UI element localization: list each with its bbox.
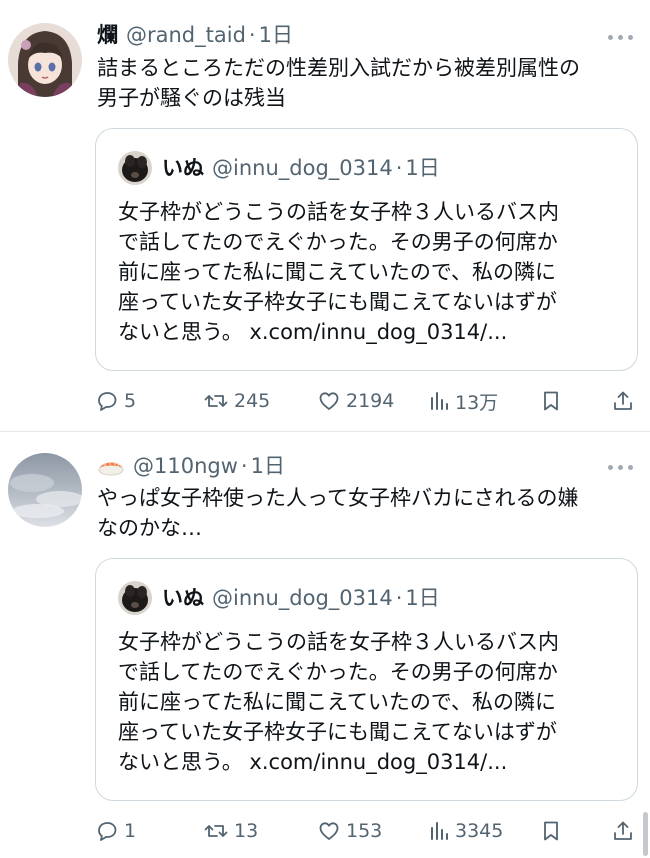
quote-avatar <box>118 581 152 615</box>
dog-avatar-icon <box>118 581 152 615</box>
sushi-icon <box>98 461 124 476</box>
tweet-text: やっぱ女子枠使った人って女子枠バカにされるの嫌 なのかな… <box>97 483 637 543</box>
quote-timestamp: 1日 <box>405 156 440 180</box>
reply-icon <box>98 392 117 411</box>
retweet-icon <box>204 395 228 407</box>
quote-text-line: 女子枠がどうこうの話を女子枠３人いるバス内 <box>118 630 559 654</box>
separator-dot: · <box>395 156 403 180</box>
quote-text-line: 座っていた女子枠女子にも聞こえてないはずが <box>118 720 557 744</box>
tweet[interactable]: @110ngw · 1日 やっぱ女子枠使った人って女子枠バカにされるの嫌 なのか… <box>0 433 650 858</box>
quote-display-name: いぬ <box>162 156 204 180</box>
bookmark-button[interactable] <box>539 816 563 846</box>
quote-text-line: 女子枠がどうこうの話を女子枠３人いるバス内 <box>118 200 559 224</box>
heart-icon <box>319 822 339 840</box>
like-count: 153 <box>346 820 383 842</box>
retweet-button[interactable]: 245 <box>203 386 270 416</box>
display-name[interactable] <box>97 455 125 477</box>
separator-dot: · <box>395 586 403 610</box>
bookmark-icon <box>544 821 558 841</box>
separator-dot: · <box>240 454 248 478</box>
quote-text: 女子枠がどうこうの話を女子枠３人いるバス内 で話してたのでえぐかった。その男子の… <box>118 197 628 347</box>
tweet-text-line: 男子が騒ぐのは残当 <box>97 86 286 110</box>
tweet-text-line: なのかな… <box>97 516 202 540</box>
share-icon <box>614 821 632 840</box>
quote-header: いぬ @innu_dog_0314 · 1日 <box>118 581 440 615</box>
timestamp[interactable]: 1日 <box>251 453 285 479</box>
quote-text-line: ないと思う。 x.com/innu_dog_0314/... <box>118 320 508 344</box>
avatar[interactable] <box>8 453 82 527</box>
views-button[interactable]: 13万 <box>428 386 498 416</box>
quote-timestamp: 1日 <box>405 586 440 610</box>
tweet-text-line: やっぱ女子枠使った人って女子枠バカにされるの嫌 <box>97 486 579 510</box>
reply-button[interactable]: 5 <box>95 386 136 416</box>
separator-dot: · <box>248 23 256 47</box>
retweet-button[interactable]: 13 <box>203 816 258 846</box>
retweet-count: 13 <box>234 820 259 842</box>
view-count: 13万 <box>455 391 499 414</box>
reply-icon <box>98 822 117 841</box>
sky-avatar-icon <box>8 453 82 527</box>
tweet-header: @110ngw · 1日 <box>97 453 285 479</box>
timestamp[interactable]: 1日 <box>259 22 293 48</box>
share-icon <box>614 391 632 410</box>
tweet-header: 爛 @rand_taid · 1日 <box>97 22 293 48</box>
like-button[interactable]: 2194 <box>317 386 394 416</box>
quote-text-line: で話してたのでえぐかった。その男子の何席か <box>118 660 558 684</box>
quote-handle: @innu_dog_0314 <box>212 156 393 180</box>
quote-handle: @innu_dog_0314 <box>212 586 393 610</box>
handle[interactable]: @rand_taid <box>126 22 246 48</box>
scrollbar[interactable] <box>643 812 648 856</box>
quote-display-name: いぬ <box>162 586 204 610</box>
quote-text-line: で話してたのでえぐかった。その男子の何席か <box>118 230 558 254</box>
more-options-icon[interactable] <box>606 31 634 43</box>
share-button[interactable] <box>611 386 635 416</box>
views-button[interactable]: 3345 <box>428 816 503 846</box>
action-bar: 1 13 153 3345 <box>95 816 640 846</box>
heart-icon <box>319 392 339 410</box>
more-options-icon[interactable] <box>606 461 634 473</box>
quoted-tweet[interactable]: いぬ @innu_dog_0314 · 1日 女子枠がどうこうの話を女子枠３人い… <box>95 128 638 371</box>
display-name[interactable]: 爛 <box>97 22 118 48</box>
quoted-tweet[interactable]: いぬ @innu_dog_0314 · 1日 女子枠がどうこうの話を女子枠３人い… <box>95 558 638 801</box>
quote-text-line: ないと思う。 x.com/innu_dog_0314/... <box>118 750 508 774</box>
quote-avatar <box>118 151 152 185</box>
bookmark-icon <box>544 391 558 411</box>
tweet-text: 詰まるところただの性差別入試だから被差別属性の 男子が騒ぐのは残当 <box>97 53 637 113</box>
action-bar: 5 245 2194 13万 <box>95 386 640 416</box>
quote-text-line: 前に座ってた私に聞こえていたので、私の隣に <box>118 260 557 284</box>
views-chart-icon <box>431 392 448 410</box>
handle[interactable]: @110ngw <box>133 453 238 479</box>
reply-count: 5 <box>124 390 137 412</box>
share-button[interactable] <box>611 816 635 846</box>
bookmark-button[interactable] <box>539 386 563 416</box>
reply-button[interactable]: 1 <box>95 816 136 846</box>
quote-text-line: 座っていた女子枠女子にも聞こえてないはずが <box>118 290 557 314</box>
reply-count: 1 <box>124 820 137 842</box>
quote-header: いぬ @innu_dog_0314 · 1日 <box>118 151 440 185</box>
view-count: 3345 <box>455 820 504 842</box>
retweet-icon <box>204 825 228 837</box>
views-chart-icon <box>431 822 448 840</box>
dog-avatar-icon <box>118 151 152 185</box>
like-button[interactable]: 153 <box>317 816 382 846</box>
anime-avatar-icon <box>8 23 82 97</box>
tweet[interactable]: 爛 @rand_taid · 1日 詰まるところただの性差別入試だから被差別属性… <box>0 0 650 432</box>
retweet-count: 245 <box>234 390 271 412</box>
like-count: 2194 <box>346 390 395 412</box>
quote-text: 女子枠がどうこうの話を女子枠３人いるバス内 で話してたのでえぐかった。その男子の… <box>118 627 628 777</box>
avatar[interactable] <box>8 23 82 97</box>
tweet-text-line: 詰まるところただの性差別入試だから被差別属性の <box>97 56 580 80</box>
quote-text-line: 前に座ってた私に聞こえていたので、私の隣に <box>118 690 557 714</box>
